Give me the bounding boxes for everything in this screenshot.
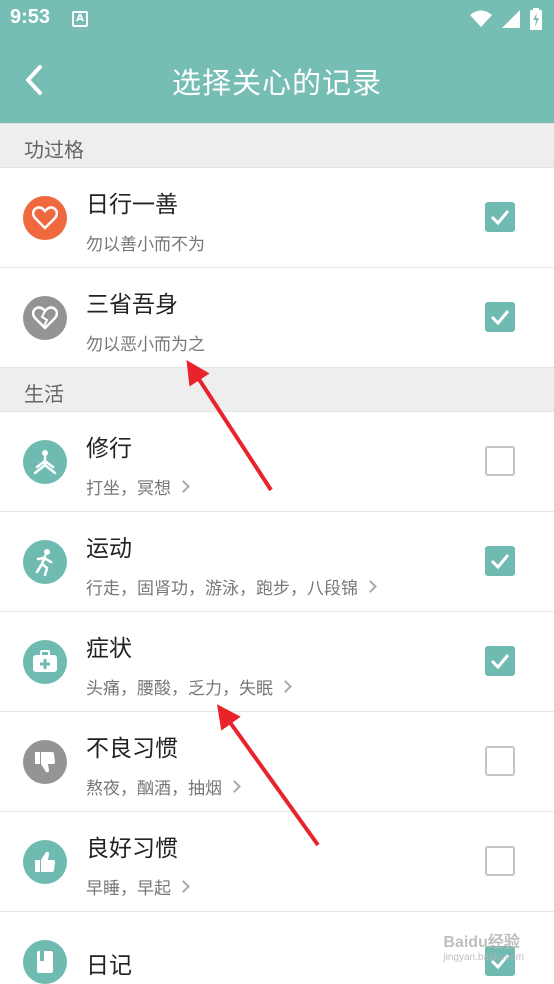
list-item-practice[interactable]: 修行 打坐，冥想 <box>0 412 554 512</box>
item-subtitle[interactable]: 头痛，腰酸，乏力，失眠 <box>86 674 292 699</box>
item-name: 运动 <box>86 536 132 562</box>
thumbs-up-icon <box>23 840 67 884</box>
checkbox[interactable] <box>485 202 515 232</box>
item-name: 症状 <box>86 636 132 662</box>
section-header-merits: 功过格 <box>0 123 554 168</box>
wifi-icon <box>470 10 492 27</box>
item-name: 良好习惯 <box>86 836 178 862</box>
checkmark-icon <box>490 310 510 326</box>
item-name: 日行一善 <box>86 192 178 218</box>
item-subtitle-text: 行走，固肾功，游泳，跑步，八段锦 <box>86 579 358 599</box>
checkbox[interactable] <box>485 446 515 476</box>
signal-icon <box>502 10 520 28</box>
checkbox[interactable] <box>485 302 515 332</box>
list-item-bad-habits[interactable]: 不良习惯 熬夜，酗酒，抽烟 <box>0 712 554 812</box>
item-subtitle-text: 熬夜，酗酒，抽烟 <box>86 779 222 799</box>
item-name: 不良习惯 <box>86 736 178 762</box>
chevron-right-icon <box>228 780 241 793</box>
item-name: 日记 <box>86 953 132 979</box>
title-bar: 选择关心的记录 <box>0 38 554 123</box>
item-subtitle[interactable]: 行走，固肾功，游泳，跑步，八段锦 <box>86 574 377 599</box>
page-title: 选择关心的记录 <box>171 66 382 100</box>
meditation-icon <box>23 440 67 484</box>
heart-icon <box>23 196 67 240</box>
checkbox[interactable] <box>485 746 515 776</box>
battery-icon <box>530 8 542 30</box>
item-subtitle-text: 打坐，冥想 <box>86 479 171 499</box>
thumbs-down-icon <box>23 740 67 784</box>
item-subtitle-text: 头痛，腰酸，乏力，失眠 <box>86 679 273 699</box>
item-subtitle-text: 勿以恶小而为之 <box>86 335 205 355</box>
checkmark-icon <box>490 554 510 570</box>
watermark-text: Baidu经验 <box>443 934 520 951</box>
status-time: 9:53 <box>10 6 51 28</box>
item-subtitle: 勿以善小而不为 <box>86 230 205 255</box>
checkmark-icon <box>490 210 510 226</box>
item-name: 三省吾身 <box>86 292 178 318</box>
medical-kit-icon <box>23 640 67 684</box>
item-subtitle[interactable]: 打坐，冥想 <box>86 474 190 499</box>
item-subtitle-text: 勿以善小而不为 <box>86 235 205 255</box>
chevron-right-icon <box>279 680 292 693</box>
checkbox[interactable] <box>485 646 515 676</box>
item-subtitle-text: 早睡，早起 <box>86 879 171 899</box>
watermark: Baidu经验 jingyan.baidu.com <box>443 928 524 963</box>
status-bar: 9:53 A <box>0 0 554 38</box>
item-subtitle[interactable]: 早睡，早起 <box>86 874 190 899</box>
item-name: 修行 <box>86 436 132 462</box>
running-icon <box>23 540 67 584</box>
diary-icon <box>23 940 67 984</box>
section-header-life: 生活 <box>0 367 554 412</box>
broken-heart-icon <box>23 296 67 340</box>
list-item-good-habits[interactable]: 良好习惯 早睡，早起 <box>0 812 554 912</box>
chevron-right-icon <box>364 580 377 593</box>
chevron-right-icon <box>177 880 190 893</box>
watermark-url: jingyan.baidu.com <box>443 952 524 963</box>
system-icons <box>470 8 542 30</box>
section-label: 生活 <box>24 382 64 406</box>
list-item-daily-good-deed[interactable]: 日行一善 勿以善小而不为 <box>0 168 554 268</box>
chevron-right-icon <box>177 480 190 493</box>
list-item-self-reflection[interactable]: 三省吾身 勿以恶小而为之 <box>0 268 554 368</box>
item-subtitle: 勿以恶小而为之 <box>86 330 205 355</box>
checkbox[interactable] <box>485 546 515 576</box>
checkmark-icon <box>490 654 510 670</box>
section-label: 功过格 <box>24 138 84 162</box>
item-subtitle[interactable]: 熬夜，酗酒，抽烟 <box>86 774 241 799</box>
list-item-exercise[interactable]: 运动 行走，固肾功，游泳，跑步，八段锦 <box>0 512 554 612</box>
checkbox[interactable] <box>485 846 515 876</box>
notification-icon: A <box>72 11 88 27</box>
list-item-symptoms[interactable]: 症状 头痛，腰酸，乏力，失眠 <box>0 612 554 712</box>
